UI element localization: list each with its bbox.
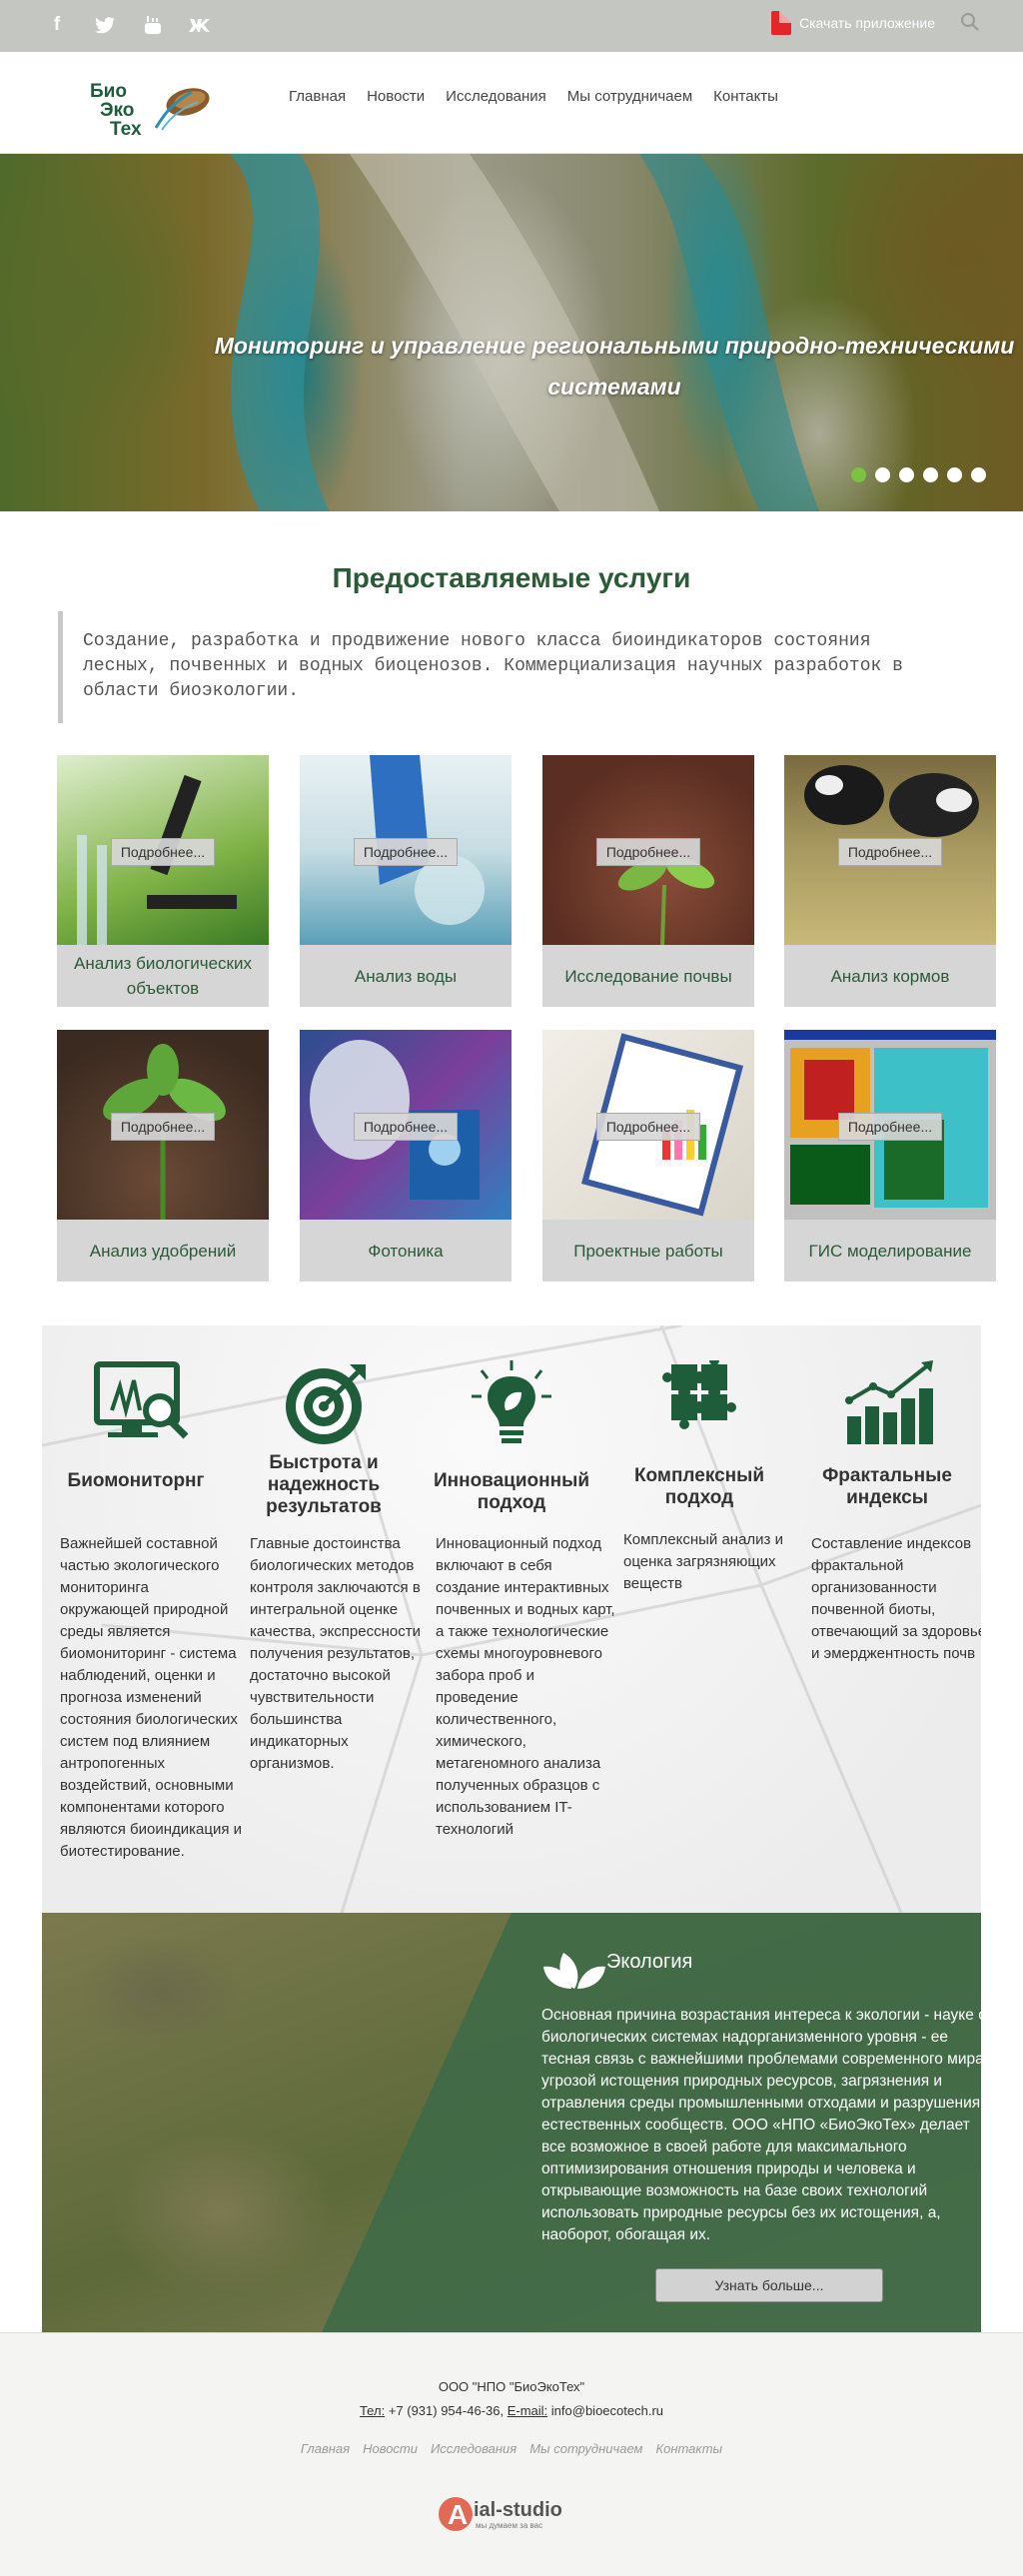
service-label: Анализ удобрений [89, 1241, 237, 1261]
youtube-icon[interactable] [140, 12, 166, 38]
monitor-magnifier-icon [94, 1361, 189, 1439]
slider-dots [851, 467, 986, 482]
service-label: ГИС моделирование [808, 1241, 972, 1261]
pdf-icon [771, 11, 791, 35]
features-section: Биомониторнг Важнейшей составной частью … [42, 1325, 981, 1913]
vk-icon[interactable] [188, 12, 214, 38]
ecology-text: Основная причина возрастания интереса к … [541, 2007, 981, 2243]
service-label: Исследование почвы [564, 966, 732, 986]
service-card-bio[interactable]: Подробнее... Анализ биологических объект… [57, 755, 269, 1007]
studio-logo-slogan: мы думаем за вас [476, 2521, 542, 2530]
logo-leaf-icon [154, 88, 210, 131]
email-address[interactable]: info@bioecotech.ru [551, 2403, 663, 2418]
services-title: Предоставляемые услуги [332, 562, 691, 593]
nav-partners[interactable]: Мы сотрудничаем [567, 88, 692, 105]
company-name: ООО "НПО "БиоЭкоТех" [438, 2379, 585, 2394]
leaves-icon [543, 1953, 605, 1989]
slider-dot-4[interactable] [923, 467, 938, 482]
slider-dot-1[interactable] [851, 467, 866, 482]
feature-title: Инновационный подход [433, 1470, 590, 1513]
slider-dot-3[interactable] [899, 467, 914, 482]
slider-dot-5[interactable] [947, 467, 962, 482]
services-intro: Создание, разработка и продвижение новог… [58, 611, 937, 723]
email-label: E-mail: [507, 2403, 548, 2418]
service-card-water[interactable]: Подробнее... Анализ воды [300, 755, 512, 1007]
studio-logo[interactable]: A ial-studio мы думаем за вас [436, 2490, 595, 2534]
logo[interactable]: Био Эко Тех [90, 81, 216, 140]
service-label: Проектные работы [573, 1241, 723, 1261]
site-header: Био Эко Тех Главная Новости Исследования… [0, 52, 1023, 154]
feature-text: Главные достоинства биологических методо… [250, 1535, 421, 1772]
site-footer: ООО "НПО "БиоЭкоТех" Тел: +7 (931) 954-4… [0, 2332, 1023, 2576]
hero-title: Мониторинг и управление региональными пр… [214, 333, 1015, 400]
footer-nav-contacts[interactable]: Контакты [655, 2441, 722, 2456]
feature-title: Фрактальные индексы [822, 1465, 952, 1508]
target-icon [286, 1364, 366, 1444]
service-card-projects[interactable]: Подробнее... Проектные работы [542, 1030, 754, 1282]
service-card-photonics[interactable]: Подробнее... Фотоника [300, 1030, 512, 1282]
nav-research[interactable]: Исследования [446, 88, 546, 105]
feature-text: Комплексный анализ и оценка загрязняющих… [623, 1531, 783, 1592]
more-button[interactable]: Подробнее... [596, 838, 700, 866]
more-button[interactable]: Подробнее... [111, 1113, 215, 1141]
social-links: f [44, 12, 214, 38]
footer-nav-home[interactable]: Главная [301, 2441, 350, 2456]
contact-info: Тел: +7 (931) 954-46-36, E-mail: info@bi… [0, 2403, 1023, 2418]
nav-contacts[interactable]: Контакты [713, 88, 778, 105]
service-label: Анализ воды [354, 966, 458, 986]
nav-home[interactable]: Главная [289, 88, 346, 105]
feature-text: Важнейшей составной частью экологическог… [60, 1535, 243, 1860]
footer-nav-news[interactable]: Новости [363, 2441, 418, 2456]
facebook-icon[interactable]: f [44, 12, 70, 38]
more-button[interactable]: Подробнее... [838, 1113, 942, 1141]
service-card-gis[interactable]: Подробнее... ГИС моделирование [784, 1030, 996, 1282]
studio-logo-letter: A [448, 2499, 468, 2530]
lightbulb-leaf-icon [472, 1360, 551, 1443]
footer-nav: Главная Новости Исследования Мы сотрудни… [0, 2441, 1023, 2456]
download-app-link[interactable]: Скачать приложение [771, 11, 935, 35]
more-button[interactable]: Подробнее... [111, 838, 215, 866]
more-button[interactable]: Подробнее... [354, 838, 458, 866]
service-card-fertilizer[interactable]: Подробнее... Анализ удобрений [57, 1030, 269, 1282]
nav-news[interactable]: Новости [367, 88, 425, 105]
ecology-title: Экология [606, 1951, 693, 1973]
logo-text: Био Эко Тех [90, 81, 142, 140]
more-button[interactable]: Подробнее... [354, 1113, 458, 1141]
download-app-label: Скачать приложение [799, 15, 936, 31]
slider-dot-6[interactable] [971, 467, 986, 482]
service-label: Анализ биологических объектов [74, 954, 252, 998]
feature-title: Биомониторнг [67, 1470, 205, 1491]
learn-more-button[interactable]: Узнать больше... [655, 2268, 883, 2302]
ecology-section: Экология Основная причина возрастания ин… [42, 1913, 981, 2332]
twitter-icon[interactable] [92, 12, 118, 38]
top-bar: f Скачать приложение [0, 0, 1023, 52]
service-card-soil[interactable]: Подробнее... Исследование почвы [542, 755, 754, 1007]
service-card-feed[interactable]: Подробнее... Анализ кормов [784, 755, 996, 1007]
bar-chart-icon [845, 1360, 933, 1444]
feature-text: Инновационный подход включают в себя соз… [436, 1535, 615, 1838]
feature-title: Комплексный подход [633, 1465, 765, 1508]
puzzle-icon [662, 1360, 736, 1429]
more-button[interactable]: Подробнее... [838, 838, 942, 866]
main-nav: Главная Новости Исследования Мы сотрудни… [289, 88, 778, 105]
more-button[interactable]: Подробнее... [596, 1113, 700, 1141]
phone-label: Тел: [359, 2403, 386, 2418]
hero-slider[interactable]: Мониторинг и управление региональными пр… [0, 154, 1023, 511]
feature-title: Быстрота и надежность результатов [266, 1452, 382, 1517]
service-label: Анализ кормов [830, 966, 950, 986]
feature-text: Составление индексов фрактальной организ… [811, 1535, 981, 1662]
footer-nav-research[interactable]: Исследования [431, 2441, 516, 2456]
slider-dot-2[interactable] [875, 467, 890, 482]
phone-number[interactable]: +7 (931) 954-46-36, [389, 2403, 504, 2418]
service-label: Фотоника [368, 1241, 444, 1261]
studio-logo-text: ial-studio [474, 2499, 562, 2521]
footer-nav-partners[interactable]: Мы сотрудничаем [529, 2441, 642, 2456]
search-icon[interactable] [960, 12, 980, 32]
